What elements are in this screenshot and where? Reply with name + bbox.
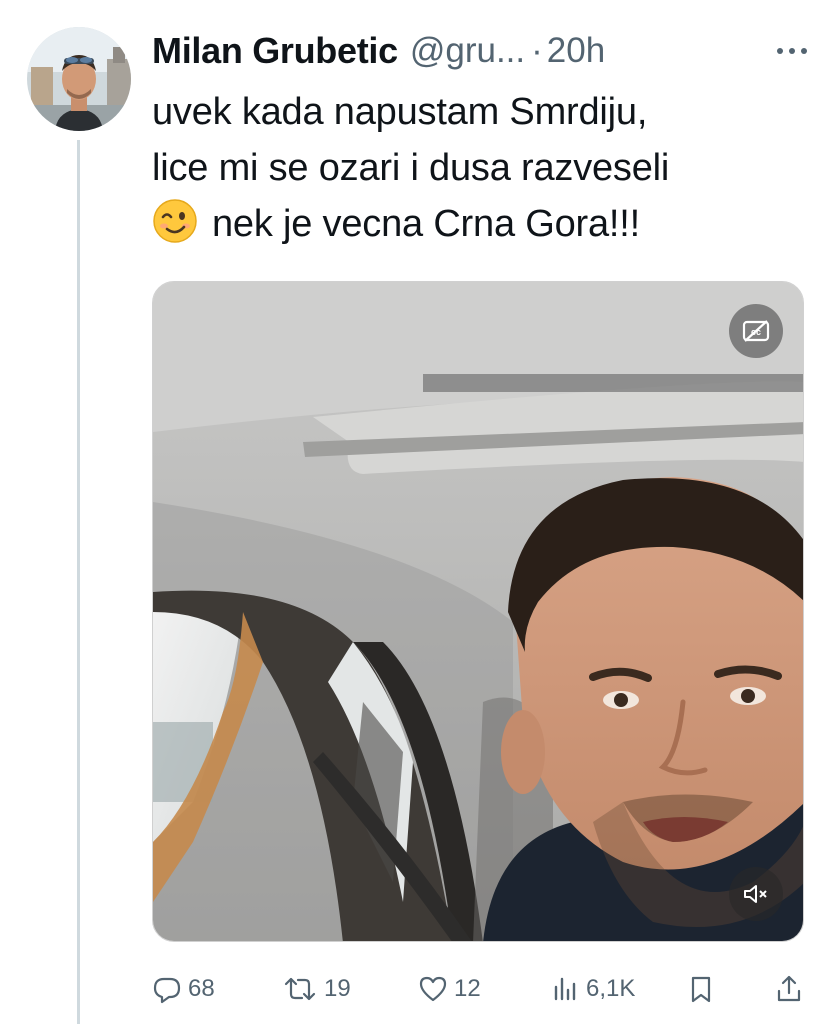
- thread-line: [77, 140, 80, 1024]
- volume-muted-icon: [744, 885, 767, 903]
- share-button[interactable]: [774, 968, 810, 1010]
- bookmark-button[interactable]: [686, 968, 722, 1010]
- reply-icon: [153, 977, 181, 1004]
- captions-off-button[interactable]: cc: [729, 304, 783, 358]
- view-count: 6,1K: [586, 975, 636, 1002]
- views-icon: [554, 977, 576, 1001]
- reply-button[interactable]: 68: [152, 968, 215, 1010]
- mute-button[interactable]: [729, 867, 783, 921]
- tweet-time[interactable]: 20h: [547, 31, 605, 71]
- tweet-header: Milan Grubetic @gru... · 20h: [152, 26, 812, 76]
- separator-dot: ·: [531, 31, 543, 70]
- winking-face-icon: [152, 198, 198, 244]
- heart-icon: [419, 976, 447, 1002]
- avatar[interactable]: [27, 27, 131, 131]
- author-name[interactable]: Milan Grubetic: [152, 30, 398, 72]
- avatar-photo: [27, 27, 131, 131]
- bookmark-icon: [691, 976, 711, 1003]
- captions-off-icon: cc: [742, 320, 770, 342]
- views-button[interactable]: 6,1K: [550, 968, 635, 1010]
- reply-count: 68: [188, 975, 215, 1002]
- tweet-text-line: uvek kada napustam Smrdiju,: [152, 91, 648, 133]
- video-frame: [153, 282, 803, 941]
- tweet-actions: 68 19 12 6,1K: [152, 968, 812, 1010]
- video-player[interactable]: cc: [152, 281, 804, 942]
- tweet-text-line-content: nek je vecna Crna Gora!!!: [212, 203, 640, 245]
- like-button[interactable]: 12: [418, 968, 481, 1010]
- retweet-icon: [284, 977, 316, 1001]
- more-options-icon[interactable]: [772, 36, 812, 66]
- tweet-text-line: nek je vecna Crna Gora!!!: [152, 196, 812, 252]
- tweet-text-line: lice mi se ozari i dusa razveseli: [152, 147, 670, 189]
- tweet-text: uvek kada napustam Smrdiju, lice mi se o…: [152, 84, 812, 252]
- retweet-button[interactable]: 19: [282, 968, 351, 1010]
- retweet-count: 19: [324, 975, 351, 1002]
- like-count: 12: [454, 975, 481, 1002]
- author-handle[interactable]: @gru...: [410, 31, 525, 71]
- share-icon: [777, 975, 801, 1002]
